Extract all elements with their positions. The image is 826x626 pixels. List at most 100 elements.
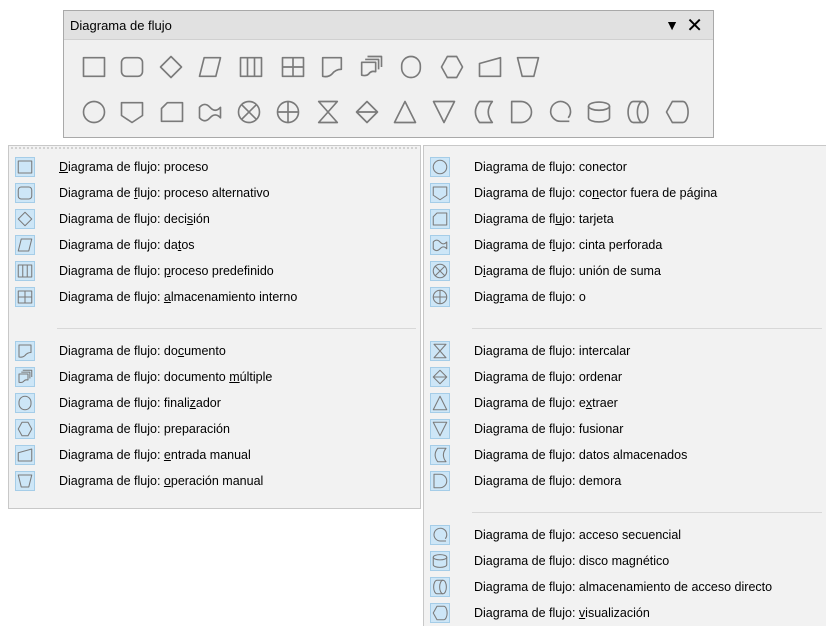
menu-item-document[interactable]: Diagrama de flujo: documento: [9, 338, 420, 364]
menu-item-collate[interactable]: Diagrama de flujo: intercalar: [424, 338, 826, 364]
menu-item-predefined[interactable]: Diagrama de flujo: proceso predefinido: [9, 258, 420, 284]
toolbar-collate-button[interactable]: [312, 94, 344, 130]
merge-icon: [430, 419, 450, 439]
menu-item-label: Diagrama de flujo: proceso: [59, 160, 208, 174]
toolbar-delay-button[interactable]: [505, 94, 537, 130]
menu-item-multidocument[interactable]: Diagrama de flujo: documento múltiple: [9, 364, 420, 390]
toolbar-data-button[interactable]: [194, 49, 226, 85]
label-text: ión: [193, 212, 210, 226]
terminator-icon: [15, 393, 35, 413]
menu-item-magnetic-disk[interactable]: Diagrama de flujo: disco magnético: [424, 548, 826, 574]
toolbar-magnetic-disk-button[interactable]: [583, 94, 615, 130]
menu-item-label: Diagrama de flujo: conector fuera de pág…: [474, 186, 717, 200]
toolbar-manual-input-button[interactable]: [474, 49, 506, 85]
toolbar-punched-tape-button[interactable]: [194, 94, 226, 130]
menu-item-label: Diagrama de flujo: conector: [474, 160, 627, 174]
menu-item-alt-process[interactable]: Diagrama de flujo: proceso alternativo: [9, 180, 420, 206]
toolbar-sequential-button[interactable]: [544, 94, 576, 130]
toolbar-terminator-button[interactable]: [395, 49, 427, 85]
label-text: ntrada manual: [170, 448, 251, 462]
toolbar-multidocument-button[interactable]: [355, 49, 387, 85]
menu-item-label: Diagrama de flujo: visualización: [474, 606, 650, 620]
or-icon: [276, 100, 300, 124]
toolbar-alt-process-button[interactable]: [116, 49, 148, 85]
toolbar-display-button[interactable]: [661, 94, 693, 130]
label-text: Diagrama de flujo:: [59, 448, 164, 462]
menu-item-label: Diagrama de flujo: unión de suma: [474, 264, 661, 278]
label-accelerator: a: [163, 290, 171, 304]
menu-item-label: Diagrama de flujo: proceso predefinido: [59, 264, 274, 278]
menu-item-or[interactable]: Diagrama de flujo: o: [424, 284, 826, 310]
toolbar-direct-access-button[interactable]: [622, 94, 654, 130]
menu-item-connector[interactable]: Diagrama de flujo: conector: [424, 154, 826, 180]
toolbar-decision-button[interactable]: [155, 49, 187, 85]
toolbar-extract-button[interactable]: [389, 94, 421, 130]
toolbar-or-button[interactable]: [272, 94, 304, 130]
toolbar-stored-data-button[interactable]: [467, 94, 499, 130]
menu-item-offpage[interactable]: Diagrama de flujo: conector fuera de pág…: [424, 180, 826, 206]
menu-item-display[interactable]: Diagrama de flujo: visualización: [424, 600, 826, 626]
magnetic-disk-icon: [587, 101, 611, 123]
menu-separator: [57, 328, 416, 329]
sequential-icon: [430, 525, 450, 545]
toolbar-offpage-button[interactable]: [116, 94, 148, 130]
menu-item-label: Diagrama de flujo: operación manual: [59, 474, 263, 488]
connector-icon: [430, 157, 450, 177]
menu-item-label: Diagrama de flujo: proceso alternativo: [59, 186, 270, 200]
label-text: Diagrama de flujo: e: [474, 396, 586, 410]
menu-item-preparation[interactable]: Diagrama de flujo: preparación: [9, 416, 420, 442]
menu-item-delay[interactable]: Diagrama de flujo: demora: [424, 468, 826, 494]
toolbar-process-button[interactable]: [78, 49, 110, 85]
data-icon: [198, 56, 222, 78]
toolbar-manual-operation-button[interactable]: [512, 49, 544, 85]
label-text: umento: [184, 344, 226, 358]
toolbar-card-button[interactable]: [156, 94, 188, 130]
label-text: Diagrama de flujo: finali: [59, 396, 190, 410]
label-text: Diagrama de flujo: demora: [474, 474, 622, 488]
label-text: lujo: proceso alternativo: [137, 186, 270, 200]
menu-item-merge[interactable]: Diagrama de flujo: fusionar: [424, 416, 826, 442]
extract-icon: [393, 100, 417, 124]
menu-item-card[interactable]: Diagrama de flujo: tarjeta: [424, 206, 826, 232]
toolbar-header: Diagrama de flujo ▼ ✕: [64, 11, 713, 40]
menu-item-label: Diagrama de flujo: entrada manual: [59, 448, 251, 462]
label-text: Diagrama de flujo: datos almacenados: [474, 448, 688, 462]
toolbar-sort-button[interactable]: [351, 94, 383, 130]
menu-item-extract[interactable]: Diagrama de flujo: extraer: [424, 390, 826, 416]
toolbar-connector-button[interactable]: [78, 94, 110, 130]
menu-item-label: Diagrama de flujo: extraer: [474, 396, 618, 410]
document-icon: [15, 341, 35, 361]
menu-item-summing[interactable]: Diagrama de flujo: unión de suma: [424, 258, 826, 284]
menu-item-sequential[interactable]: Diagrama de flujo: acceso secuencial: [424, 522, 826, 548]
label-accelerator: D: [59, 160, 69, 174]
menu-item-decision[interactable]: Diagrama de flujo: decisión: [9, 206, 420, 232]
sort-icon: [430, 367, 450, 387]
menu-item-terminator[interactable]: Diagrama de flujo: finalizador: [9, 390, 420, 416]
toolbar-preparation-button[interactable]: [436, 49, 468, 85]
toolbar-document-button[interactable]: [316, 49, 348, 85]
menu-item-data[interactable]: Diagrama de flujo: datos: [9, 232, 420, 258]
menu-item-sort[interactable]: Diagrama de flujo: ordenar: [424, 364, 826, 390]
menu-item-internal-storage[interactable]: Diagrama de flujo: almacenamiento intern…: [9, 284, 420, 310]
display-icon: [665, 100, 689, 124]
menu-item-manual-operation[interactable]: Diagrama de flujo: operación manual: [9, 468, 420, 494]
toolbar-internal-storage-button[interactable]: [277, 49, 309, 85]
delay-icon: [430, 471, 450, 491]
preparation-icon: [440, 55, 464, 79]
menu-item-label: Diagrama de flujo: finalizador: [59, 396, 221, 410]
close-icon[interactable]: ✕: [686, 13, 703, 38]
menu-item-stored-data[interactable]: Diagrama de flujo: datos almacenados: [424, 442, 826, 468]
toolbar-summing-button[interactable]: [233, 94, 265, 130]
menu-item-manual-input[interactable]: Diagrama de flujo: entrada manual: [9, 442, 420, 468]
menu-item-label: Diagrama de flujo: decisión: [59, 212, 210, 226]
label-text: Diagrama de flujo: preparación: [59, 422, 230, 436]
toolbar-merge-button[interactable]: [428, 94, 460, 130]
menu-item-process[interactable]: Diagrama de flujo: proceso: [9, 154, 420, 180]
menu-item-label: Diagrama de flujo: datos: [59, 238, 195, 252]
toolbar-predefined-button[interactable]: [235, 49, 267, 85]
menu-item-direct-access[interactable]: Diagrama de flujo: almacenamiento de acc…: [424, 574, 826, 600]
label-accelerator: g: [492, 160, 500, 174]
or-icon: [430, 287, 450, 307]
triangle-down-icon[interactable]: ▼: [665, 17, 679, 33]
menu-item-punched-tape[interactable]: Diagrama de flujo: cinta perforada: [424, 232, 826, 258]
